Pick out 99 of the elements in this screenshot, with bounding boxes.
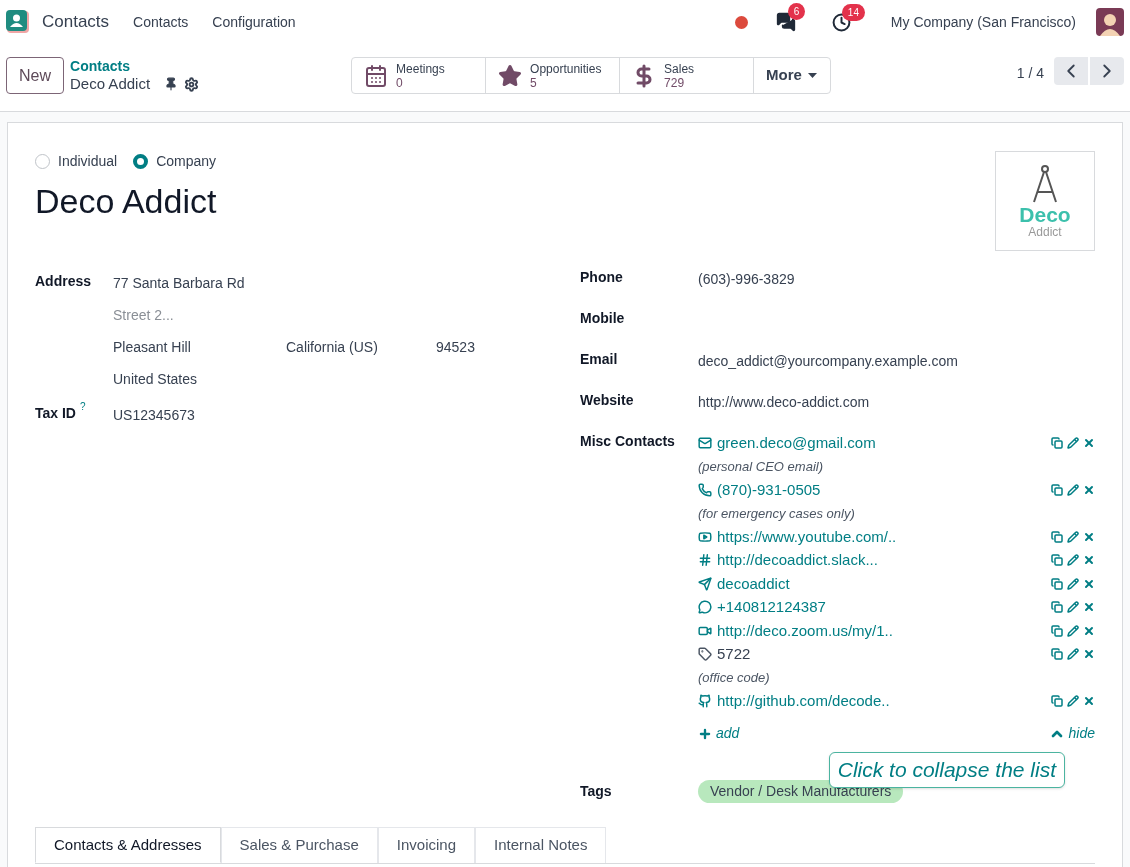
copy-icon[interactable] [1051,648,1063,661]
contact-link[interactable]: http://deco.zoom.us/my/1.. [717,619,893,642]
edit-icon[interactable] [1067,530,1079,543]
field-label: Misc Contacts [580,432,676,451]
tax-id-field[interactable]: US12345673 [113,403,195,426]
smart-button[interactable]: Opportunities 5 [486,58,621,93]
contact-note: (office code) [698,669,771,687]
tab[interactable]: Invoicing [377,827,475,863]
smart-button[interactable]: Meetings 0 [352,58,487,93]
new-button[interactable]: New [6,57,64,94]
phone-icon [698,482,712,497]
hide-link[interactable]: hide [1048,723,1095,744]
state-field[interactable]: California (US) [286,337,436,363]
avatar-icon[interactable] [1096,8,1124,36]
previous-button[interactable] [1054,57,1088,85]
copy-icon[interactable] [1051,577,1063,590]
field-label: Email [580,350,619,369]
city-field[interactable]: Pleasant Hill [113,337,286,363]
logo-subtitle: Addict [1028,226,1062,238]
contact-note: (personal CEO email) [698,457,824,476]
more-button[interactable]: More [754,58,831,93]
menu-item[interactable]: Contacts [133,11,189,33]
copy-icon[interactable] [1051,483,1063,496]
calendar-icon [364,63,389,88]
street-field[interactable]: 77 Santa Barbara Rd [113,267,475,299]
menu-item[interactable]: Configuration [212,11,296,33]
field-label: Mobile [580,309,626,328]
edit-icon[interactable] [1067,483,1079,496]
zip-field[interactable]: 94523 [436,337,475,363]
field-value[interactable]: (603)-996-3829 [698,267,795,290]
field-value[interactable]: http://www.deco-addict.com [698,390,870,413]
remove-icon[interactable] [1083,554,1095,567]
contact-link[interactable]: https://www.youtube.com/.. [717,525,897,548]
country-field[interactable]: United States [113,363,475,395]
field-label: Tax ID [35,404,76,423]
smart-button[interactable]: Sales 729 [620,58,755,93]
star-icon [498,63,523,88]
copy-icon[interactable] [1051,530,1063,543]
remove-icon[interactable] [1083,648,1095,661]
messages-badge: 6 [787,3,806,20]
contact-link[interactable]: decoaddict [717,572,790,595]
edit-icon[interactable] [1067,577,1079,590]
field-value[interactable]: deco_addict@yourcompany.example.com [698,349,958,372]
next-button[interactable] [1090,57,1124,85]
copy-icon[interactable] [1051,554,1063,567]
copy-icon[interactable] [1051,601,1063,614]
caret-icon [807,73,817,78]
tab[interactable]: Contacts & Addresses [35,827,221,863]
breadcrumb-link[interactable]: Contacts [70,57,200,75]
contact-note: (for emergency cases only) [698,504,856,523]
radio-label[interactable]: Company [156,151,217,172]
company-switcher[interactable]: My Company (San Francisco) [890,11,1076,33]
edit-icon[interactable] [1067,695,1079,708]
tab[interactable]: Internal Notes [475,827,607,863]
remove-icon[interactable] [1083,530,1095,543]
pin-icon[interactable] [164,77,179,91]
edit-icon[interactable] [1067,554,1079,567]
contact-link[interactable]: (870)-931-0505 [717,478,821,501]
app-title[interactable]: Contacts [42,9,110,35]
tag-icon [698,647,712,662]
contact-link[interactable]: +140812124387 [717,596,826,619]
record-title: Deco Addict [70,75,151,93]
settings-icon[interactable] [184,76,200,92]
edit-icon[interactable] [1067,601,1079,614]
plus-icon [698,726,712,741]
remove-icon[interactable] [1083,601,1095,614]
contact-value[interactable]: 5722 [717,643,751,666]
edit-icon[interactable] [1067,648,1079,661]
email-icon [698,435,712,450]
field-label: Phone [580,268,624,287]
tab[interactable]: Sales & Purchase [220,827,378,863]
radio-button[interactable] [133,154,149,169]
logo-wordmark: Deco [1019,204,1071,226]
app-logo-icon[interactable] [6,10,30,34]
remove-icon[interactable] [1083,695,1095,708]
contact-link[interactable]: http://github.com/decode.. [717,690,890,713]
pager-value[interactable]: 1 / 4 [1016,63,1044,84]
activities-badge: 14 [841,3,865,21]
copy-icon[interactable] [1051,695,1063,708]
edit-icon[interactable] [1067,624,1079,637]
radio-label[interactable]: Individual [58,151,118,172]
field-label: Tags [580,782,613,801]
remove-icon[interactable] [1083,577,1095,590]
field-label: Address [35,272,93,291]
compass-icon [1032,164,1058,204]
edit-icon[interactable] [1067,436,1079,449]
contact-link[interactable]: green.deco@gmail.com [717,431,876,454]
chat-icon[interactable] [775,12,796,32]
remove-icon[interactable] [1083,624,1095,637]
record-name: Deco Addict [35,181,217,222]
copy-icon[interactable] [1051,624,1063,637]
remove-icon[interactable] [1083,483,1095,496]
tooltip: Click to collapse the list [828,752,1065,788]
copy-icon[interactable] [1051,436,1063,449]
remove-icon[interactable] [1083,436,1095,449]
contact-link[interactable]: http://decoaddict.slack... [717,549,878,572]
field-label: Website [580,391,635,410]
help-tooltip-icon[interactable]: ? [80,402,86,412]
add-link[interactable]: add [698,723,740,744]
